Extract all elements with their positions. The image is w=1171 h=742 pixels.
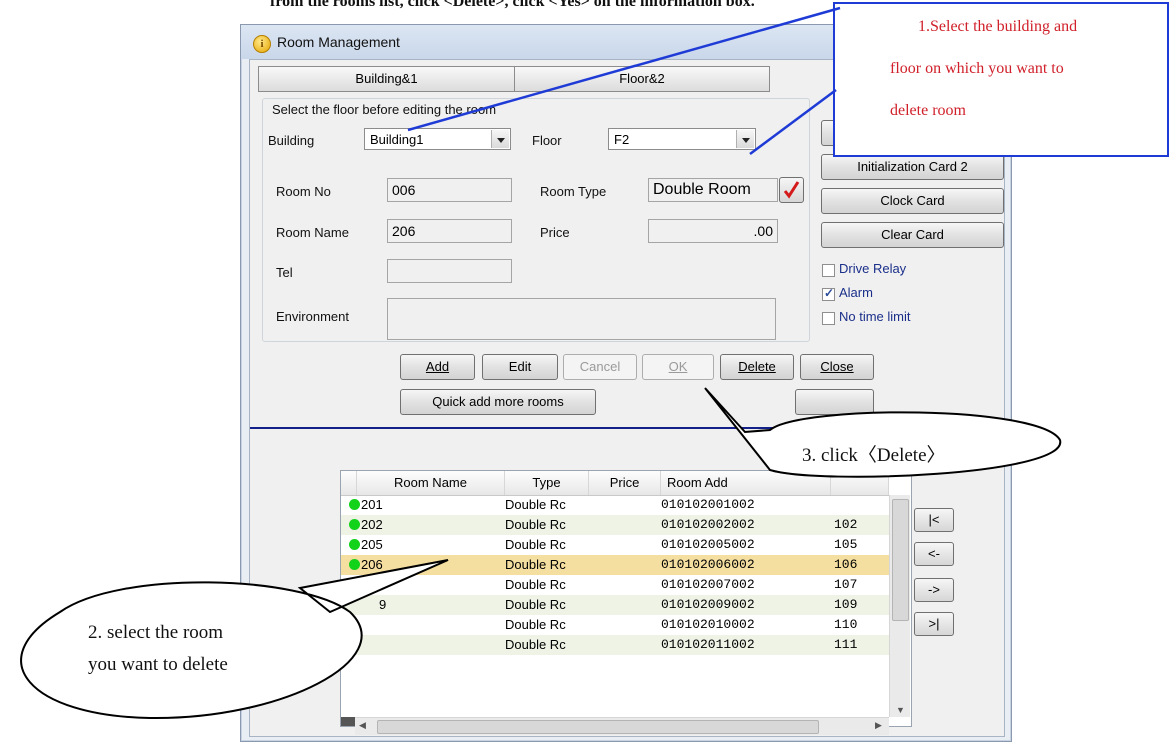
pointer-line-building — [407, 6, 841, 132]
pointer-line-floor — [749, 88, 837, 156]
step2-line1: 2. select the room — [88, 622, 224, 643]
step3-text: 3. click〈Delete〉 — [802, 445, 946, 466]
step2-speech-bubble — [20, 559, 449, 720]
step2-line2: you want to delete — [88, 654, 228, 675]
